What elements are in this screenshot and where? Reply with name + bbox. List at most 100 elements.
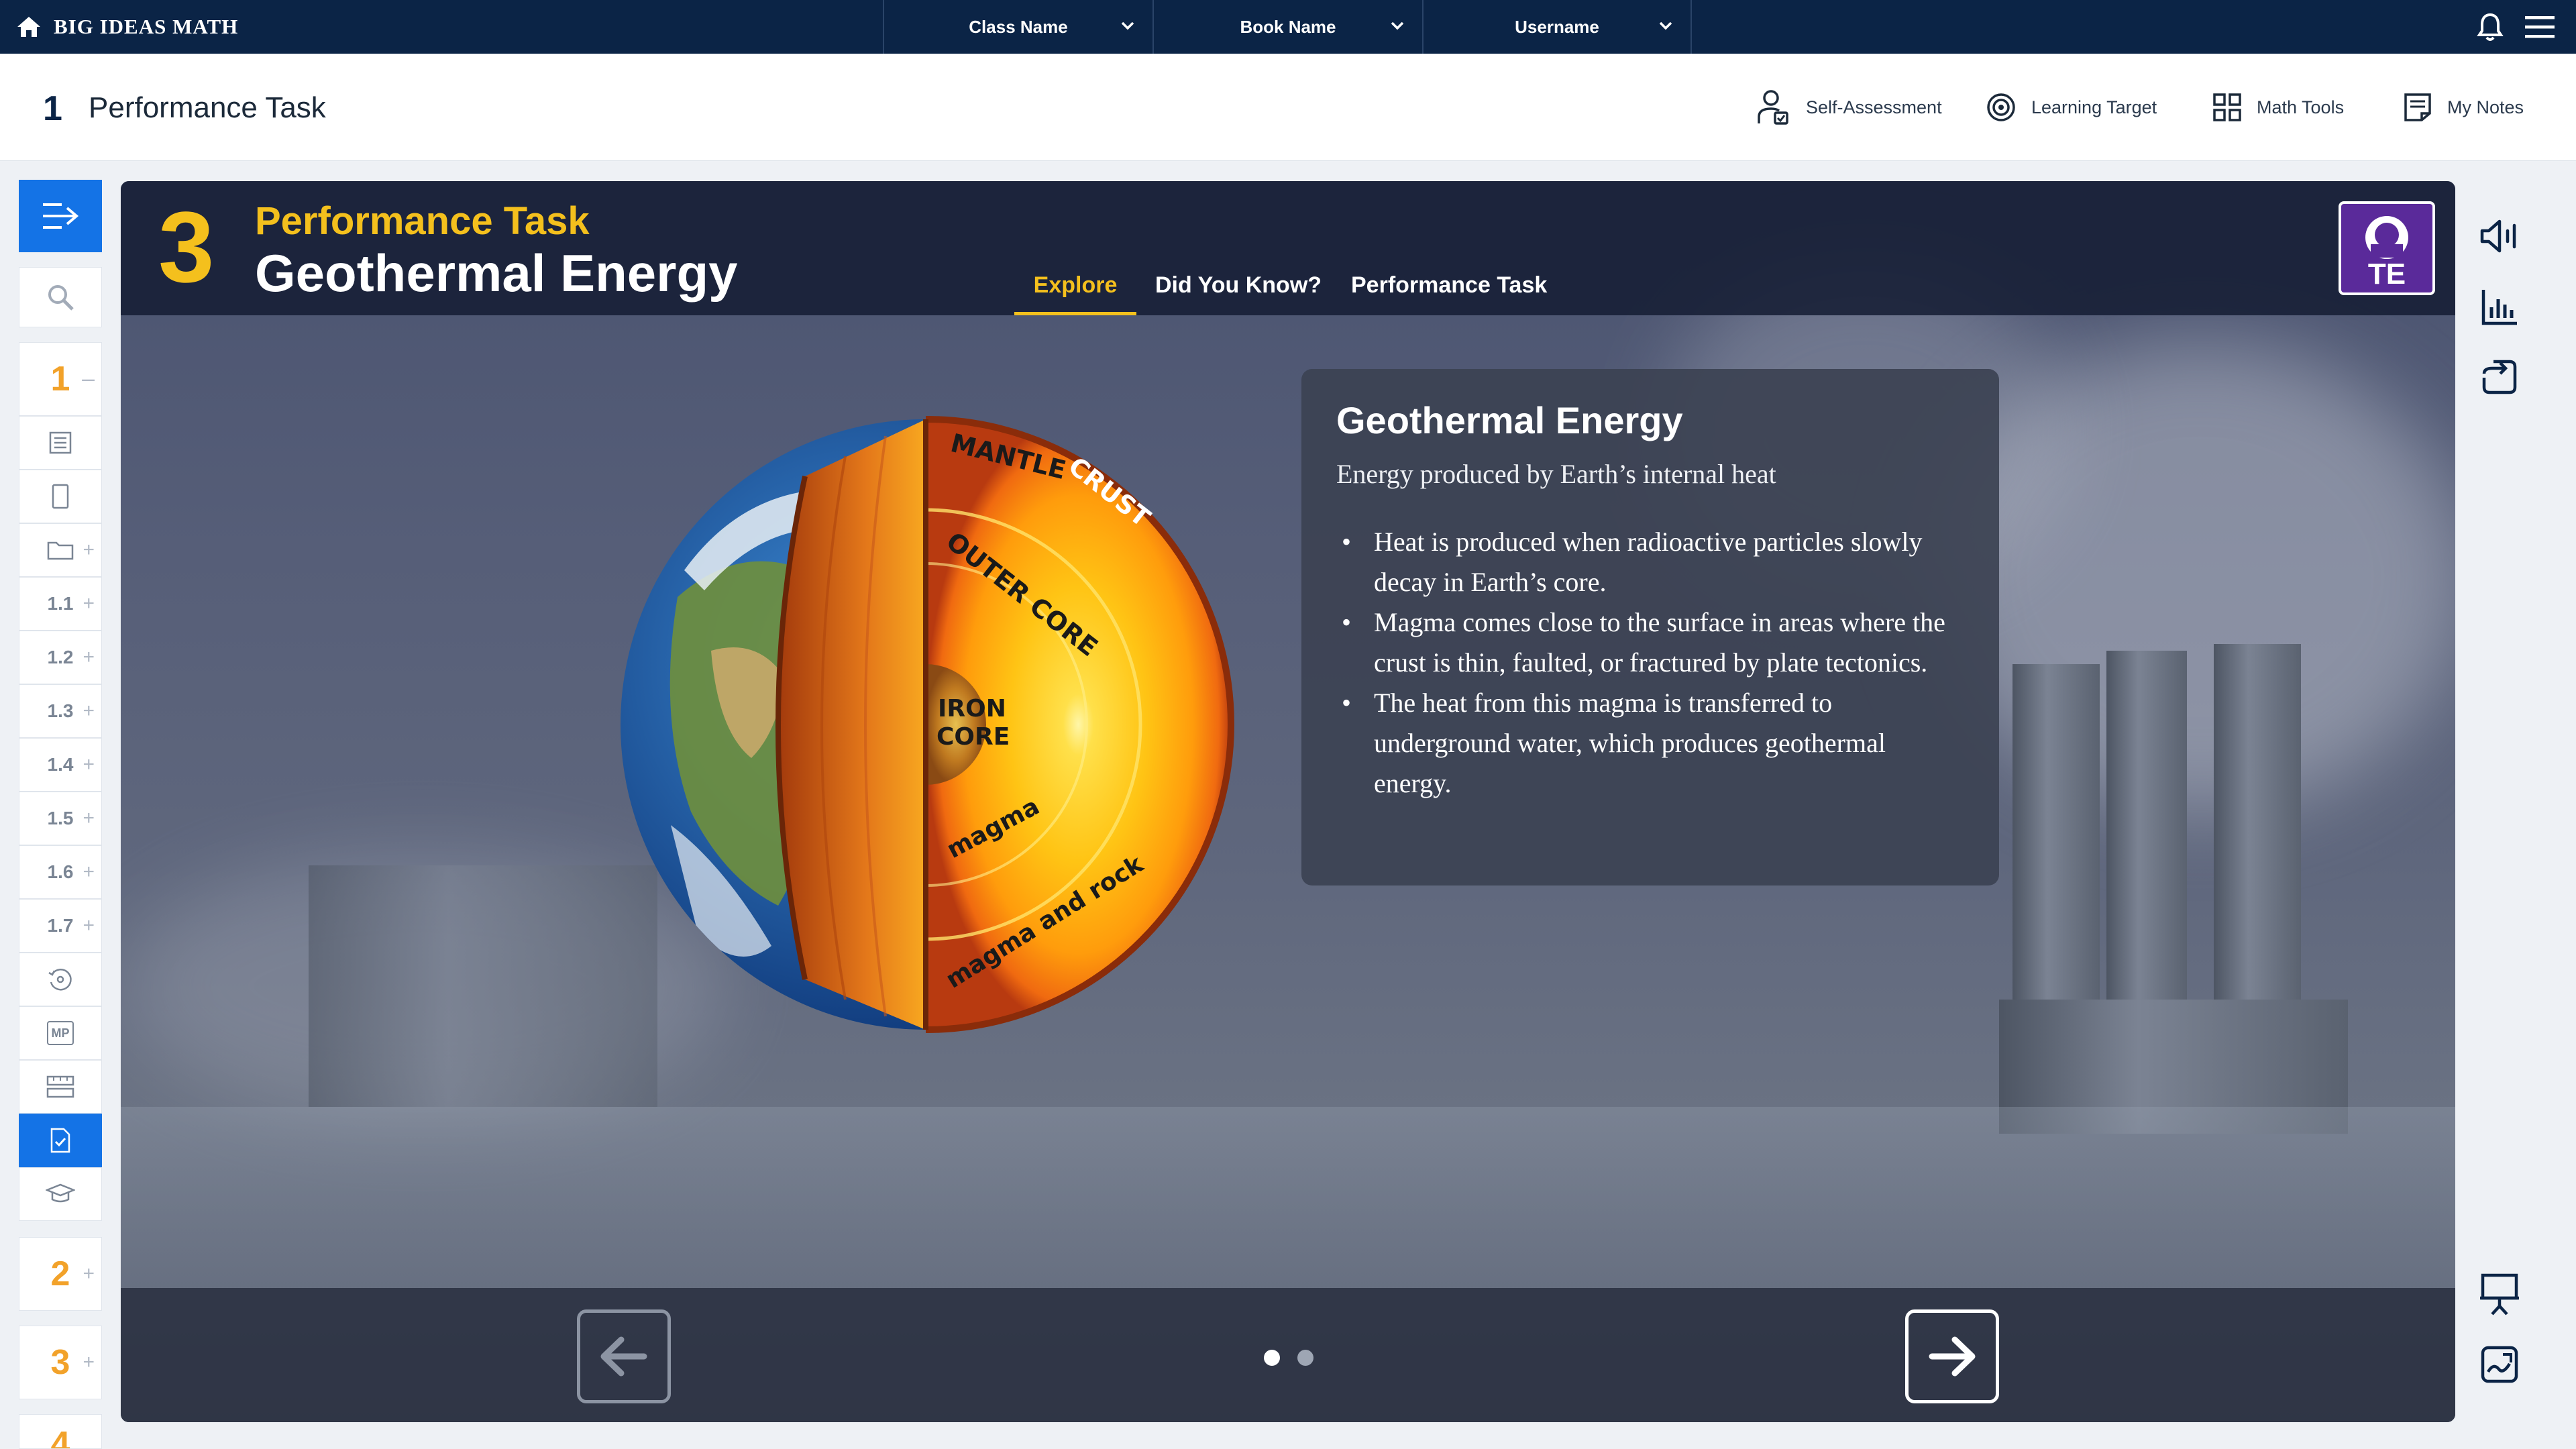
speaker-icon <box>2480 219 2516 253</box>
expand-icon: + <box>83 1351 95 1373</box>
graduation-cap-icon <box>46 1183 75 1203</box>
fact-list: Heat is produced when radioactive partic… <box>1336 522 1964 804</box>
share-button[interactable] <box>2475 353 2524 401</box>
expand-icon: + <box>83 646 95 668</box>
chapter-2-number: 2 <box>50 1254 70 1293</box>
iron-label: IRON <box>938 695 1006 722</box>
class-name-dropdown[interactable]: Class Name <box>883 0 1152 54</box>
sidebar-item-contents[interactable] <box>19 416 102 470</box>
tab-performance-task[interactable]: Performance Task <box>1351 272 1547 315</box>
slide-navigation <box>121 1288 2455 1422</box>
self-assessment-button[interactable]: Self-Assessment <box>1756 89 1942 126</box>
sidebar-item-section-1-5[interactable]: 1.5 + <box>19 792 102 845</box>
page-dot-1[interactable] <box>1264 1350 1280 1366</box>
expand-icon: + <box>83 807 95 829</box>
sidebar-item-review[interactable] <box>19 953 102 1006</box>
chapter-1-number: 1 <box>50 360 70 398</box>
sidebar-item-performance-task[interactable] <box>19 1114 102 1167</box>
expand-icon: + <box>83 861 95 883</box>
my-notes-button[interactable]: My Notes <box>2403 89 2524 126</box>
expand-icon: + <box>83 592 95 614</box>
section-label: 1.6 <box>47 861 74 882</box>
tablet-icon <box>52 484 69 509</box>
card-subtitle: Energy produced by Earth’s internal heat <box>1336 459 1776 489</box>
self-assessment-label: Self-Assessment <box>1806 97 1942 117</box>
reports-button[interactable] <box>2475 283 2524 331</box>
expand-icon: + <box>83 700 95 722</box>
whiteboard-button[interactable] <box>2475 1340 2524 1389</box>
arrow-right-icon <box>1929 1336 1976 1377</box>
tab-explore[interactable]: Explore <box>1014 272 1136 315</box>
chapter-2-item[interactable]: 2 + <box>19 1237 102 1311</box>
bell-icon[interactable] <box>2474 11 2506 43</box>
section-label: 1.2 <box>47 647 74 667</box>
sidebar-item-section-1-7[interactable]: 1.7 + <box>19 899 102 953</box>
chapter-3-item[interactable]: 3 + <box>19 1326 102 1399</box>
chevron-down-icon <box>1391 21 1404 30</box>
book-name-dropdown[interactable]: Book Name <box>1152 0 1422 54</box>
username-dropdown[interactable]: Username <box>1422 0 1692 54</box>
search-button[interactable] <box>19 267 102 327</box>
teacher-edition-badge[interactable]: TE <box>2339 201 2435 295</box>
sidebar-item-section-1-4[interactable]: 1.4 + <box>19 738 102 792</box>
review-icon <box>48 969 72 991</box>
sidebar-item-folder[interactable]: + <box>19 523 102 577</box>
expand-icon: + <box>83 753 95 775</box>
my-notes-label: My Notes <box>2447 97 2524 117</box>
sidebar-item-mathematical-practices[interactable]: MP <box>19 1006 102 1060</box>
task-icon <box>50 1128 70 1153</box>
collapse-icon: – <box>82 366 95 392</box>
section-label: 1.7 <box>47 915 74 936</box>
expand-icon: + <box>83 914 95 936</box>
chapter-4-item[interactable]: 4 <box>19 1414 102 1449</box>
lesson-header: 3 Performance Task Geothermal Energy Exp… <box>121 181 2455 315</box>
sidebar-item-section-1-6[interactable]: 1.6 + <box>19 845 102 899</box>
bar-chart-icon <box>2481 290 2517 325</box>
sidebar-item-resources[interactable] <box>19 1060 102 1114</box>
list-item: Magma comes close to the surface in area… <box>1336 602 1964 683</box>
class-name-label: Class Name <box>969 16 1068 37</box>
sidebar-item-section-1-2[interactable]: 1.2 + <box>19 631 102 684</box>
learning-target-button[interactable]: Learning Target <box>1986 89 2157 126</box>
arrow-left-icon <box>600 1336 647 1377</box>
lesson-kicker: Performance Task <box>255 199 590 243</box>
notes-icon <box>2404 93 2431 121</box>
section-label: 1.3 <box>47 700 74 721</box>
section-label: 1.1 <box>47 593 74 614</box>
te-label: TE <box>2367 258 2406 290</box>
chevron-down-icon <box>1659 21 1672 30</box>
ruler-icon <box>46 1075 74 1098</box>
card-title: Geothermal Energy <box>1336 399 1683 441</box>
mp-label: MP <box>51 1026 70 1040</box>
sidebar-item-section-1-1[interactable]: 1.1 + <box>19 577 102 631</box>
self-assessment-icon <box>1758 90 1788 125</box>
menu-icon[interactable] <box>2524 13 2556 40</box>
section-label: 1.5 <box>47 808 74 828</box>
search-icon <box>48 285 74 311</box>
math-tools-button[interactable]: Math Tools <box>2212 89 2344 126</box>
chapter-3-number: 3 <box>50 1343 70 1382</box>
sidebar-item-college-career[interactable] <box>19 1167 102 1221</box>
page-dot-2[interactable] <box>1297 1350 1313 1366</box>
collapse-sidebar-button[interactable] <box>19 180 102 252</box>
audio-button[interactable] <box>2475 212 2524 260</box>
expand-icon: + <box>83 539 95 561</box>
brand-name: BIG IDEAS MATH <box>54 15 239 38</box>
sketch-icon <box>2481 1346 2518 1383</box>
chevron-down-icon <box>1121 21 1134 30</box>
sidebar-item-page[interactable] <box>19 470 102 523</box>
next-button[interactable] <box>1905 1309 1999 1403</box>
brand-link[interactable]: BIG IDEAS MATH <box>16 0 238 54</box>
tab-did-you-know[interactable]: Did You Know? <box>1155 272 1322 315</box>
list-item: Heat is produced when radioactive partic… <box>1336 522 1964 602</box>
folder-icon <box>47 541 74 560</box>
collapse-menu-icon <box>43 203 79 229</box>
learning-target-label: Learning Target <box>2031 97 2157 117</box>
book-name-label: Book Name <box>1240 16 1336 37</box>
list-item: The heat from this magma is transferred … <box>1336 683 1964 804</box>
sidebar-item-section-1-3[interactable]: 1.3 + <box>19 684 102 738</box>
present-button[interactable] <box>2475 1271 2524 1319</box>
page-title: Performance Task <box>89 91 326 124</box>
chapter-1-item[interactable]: 1 – <box>19 342 102 416</box>
previous-button[interactable] <box>577 1309 671 1403</box>
